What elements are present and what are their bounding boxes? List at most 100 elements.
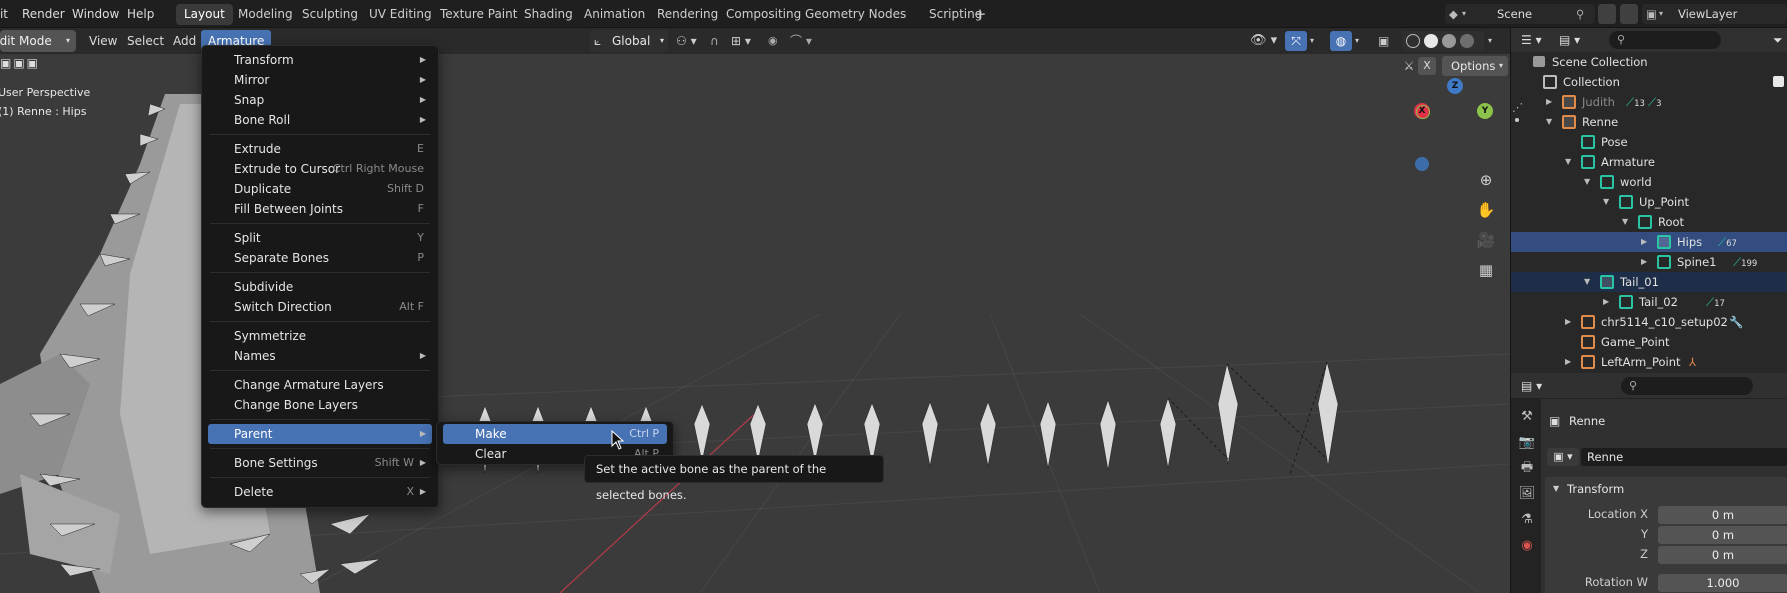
- filter-icon[interactable]: ⏷: [1773, 31, 1787, 49]
- output-tab-icon[interactable]: 🖶: [1517, 458, 1537, 478]
- child-count-badge[interactable]: ⟋13: [1626, 92, 1645, 114]
- proportional-edit-icon[interactable]: ◉: [768, 32, 786, 50]
- scene-selector[interactable]: ◆ ▾ Scene ⚲: [1445, 4, 1595, 24]
- gizmo-z-axis[interactable]: Z: [1447, 78, 1463, 94]
- menu-item-subdivide[interactable]: Subdivide: [208, 277, 432, 297]
- outliner-row[interactable]: ▶ Tail_02 ⟋17: [1511, 292, 1787, 312]
- expand-icon[interactable]: ▶: [1641, 232, 1647, 252]
- chevron-down-icon[interactable]: ▾: [1310, 32, 1322, 50]
- menu-item-extrude-to-cursor[interactable]: Extrude to Cursor Ctrl Right Mouse: [208, 159, 432, 179]
- menu-item-symmetrize[interactable]: Symmetrize: [208, 326, 432, 346]
- x-mirror-button[interactable]: X: [1418, 57, 1436, 75]
- outliner-row[interactable]: ▶ Judith ⟋13 ⟋3: [1511, 92, 1787, 112]
- transform-section-header[interactable]: ▼ Transform: [1545, 477, 1787, 501]
- new-scene-icon[interactable]: [1598, 4, 1616, 24]
- menu-item-names[interactable]: Names ▶: [208, 346, 432, 366]
- rotation-w-field[interactable]: 1.000: [1658, 574, 1787, 592]
- gizmo-toggle-icon[interactable]: ⤧: [1285, 31, 1307, 51]
- outliner-row[interactable]: Collection: [1511, 72, 1787, 92]
- material-shading-icon[interactable]: [1442, 34, 1456, 48]
- menu-item-snap[interactable]: Snap ▶: [208, 90, 432, 110]
- perspective-grid-icon[interactable]: ▦: [1475, 259, 1497, 281]
- outliner-row[interactable]: ▶ chr5114_c10_setup02 🔧: [1511, 312, 1787, 332]
- menu-item-bone-roll[interactable]: Bone Roll ▶: [208, 110, 432, 130]
- expand-icon[interactable]: ▶: [1603, 292, 1609, 312]
- view-layer-tab-icon[interactable]: 🖼: [1517, 484, 1537, 504]
- snap-target-icon[interactable]: ⊞ ▾: [731, 32, 761, 50]
- zoom-icon[interactable]: ⊕: [1475, 169, 1497, 191]
- outliner-row[interactable]: ▼ Tail_01: [1511, 272, 1787, 292]
- menu-select[interactable]: Select: [127, 30, 164, 52]
- outliner-row[interactable]: ▼ Up_Point: [1511, 192, 1787, 212]
- gizmo-y-axis[interactable]: Y: [1477, 103, 1493, 119]
- chevron-down-icon[interactable]: ▾: [1488, 32, 1500, 50]
- expand-icon[interactable]: ▶: [1565, 312, 1571, 332]
- child-count-badge[interactable]: ⟋17: [1706, 292, 1725, 314]
- pivot-point-icon[interactable]: ⚇ ▾: [676, 32, 706, 50]
- delete-scene-icon[interactable]: [1620, 4, 1638, 24]
- visibility-icon[interactable]: 👁 ▾: [1250, 32, 1280, 50]
- editor-type-icon[interactable]: ☰ ▾: [1521, 31, 1551, 49]
- wireframe-shading-icon[interactable]: [1406, 34, 1420, 48]
- menu-add[interactable]: Add: [173, 30, 196, 52]
- chevron-down-icon[interactable]: ▾: [1355, 32, 1367, 50]
- child-count-badge[interactable]: ⟋199: [1733, 252, 1757, 274]
- modifier-icon[interactable]: 🔧: [1729, 312, 1743, 332]
- menu-item-change-bone-layers[interactable]: Change Bone Layers: [208, 395, 432, 415]
- outliner-search-input[interactable]: ⚲: [1609, 31, 1721, 49]
- collapse-icon[interactable]: ▼: [1584, 172, 1590, 192]
- world-tab-icon[interactable]: ◉: [1517, 536, 1537, 556]
- outliner-row[interactable]: ▼ Renne: [1511, 112, 1787, 132]
- outliner-row[interactable]: ▼ world: [1511, 172, 1787, 192]
- workspace-tab-sculpting[interactable]: Sculpting: [294, 4, 366, 25]
- pin-icon[interactable]: ⚲: [1576, 4, 1584, 24]
- editor-type-icon[interactable]: ▤ ▾: [1521, 377, 1551, 395]
- menu-item-change-armature-layers[interactable]: Change Armature Layers: [208, 375, 432, 395]
- workspace-tab-geometry-nodes[interactable]: Geometry Nodes: [797, 4, 914, 25]
- menu-window[interactable]: Window: [72, 0, 119, 28]
- outliner-row[interactable]: ▶ Hips ⟋67: [1511, 232, 1787, 252]
- collapse-icon[interactable]: ▼: [1546, 112, 1552, 132]
- expand-icon[interactable]: ▶: [1546, 92, 1552, 112]
- collection-checkbox[interactable]: [1773, 76, 1784, 87]
- pan-hand-icon[interactable]: ✋: [1475, 199, 1497, 221]
- tool-tab-icon[interactable]: ⚒: [1517, 407, 1537, 427]
- menu-item-fill-between-joints[interactable]: Fill Between Joints F: [208, 199, 432, 219]
- workspace-tab-uv-editing[interactable]: UV Editing: [361, 4, 440, 25]
- xray-toggle-icon[interactable]: ▣: [1378, 32, 1396, 50]
- properties-search-input[interactable]: ⚲: [1621, 377, 1753, 395]
- scene-tab-icon[interactable]: ⚗: [1517, 510, 1537, 530]
- data-browse-icon[interactable]: ▣ ▾: [1547, 448, 1579, 466]
- menu-item-parent[interactable]: Parent ▶: [208, 424, 432, 444]
- gizmo-neg-z[interactable]: [1415, 157, 1429, 171]
- expand-icon[interactable]: ▶: [1641, 252, 1647, 272]
- scene-collection-row[interactable]: Scene Collection: [1511, 52, 1787, 72]
- outliner-row[interactable]: ▶ LeftArm_Point ⅄: [1511, 352, 1787, 372]
- camera-icon[interactable]: 🎥: [1475, 229, 1497, 251]
- outliner-row[interactable]: ▼ Armature: [1511, 152, 1787, 172]
- menu-edit[interactable]: Edit: [0, 0, 8, 28]
- snap-toggle-icon[interactable]: ∩: [710, 32, 728, 50]
- select-mode-icons[interactable]: ▣▣▣: [0, 56, 60, 74]
- plus-icon[interactable]: +: [970, 4, 990, 24]
- workspace-tab-shading[interactable]: Shading: [516, 4, 581, 25]
- overlay-toggle-icon[interactable]: ◍: [1330, 31, 1352, 51]
- gizmo-neg-y-ring[interactable]: [1416, 105, 1430, 119]
- outliner-row[interactable]: Game_Point: [1511, 332, 1787, 352]
- menu-item-bone-settings[interactable]: Bone Settings Shift W ▶: [208, 453, 432, 473]
- location-y-field[interactable]: 0 m: [1658, 526, 1787, 544]
- rendered-shading-icon[interactable]: [1460, 34, 1474, 48]
- menu-help[interactable]: Help: [127, 0, 154, 28]
- menu-render[interactable]: Render: [22, 0, 65, 28]
- viewlayer-selector[interactable]: ▣ ▾ ViewLayer: [1642, 4, 1787, 24]
- render-tab-icon[interactable]: 📷: [1517, 433, 1537, 453]
- display-mode-icon[interactable]: ▤ ▾: [1559, 31, 1589, 49]
- mirror-icon[interactable]: ⚔: [1400, 57, 1418, 75]
- menu-item-extrude[interactable]: Extrude E: [208, 139, 432, 159]
- workspace-tab-modeling[interactable]: Modeling: [230, 4, 301, 25]
- collapse-icon[interactable]: ▼: [1603, 192, 1609, 212]
- workspace-tab-layout[interactable]: Layout: [176, 4, 233, 25]
- options-button[interactable]: Options ▾: [1442, 56, 1508, 76]
- outliner-row[interactable]: Pose: [1511, 132, 1787, 152]
- outliner-row[interactable]: ▶ Spine1 ⟋199: [1511, 252, 1787, 272]
